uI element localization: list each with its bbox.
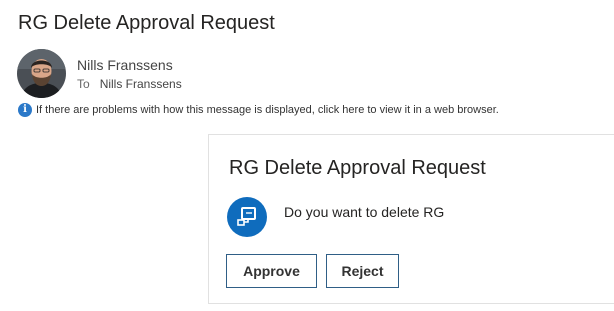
recipient-name[interactable]: Nills Franssens: [100, 77, 182, 91]
reject-button[interactable]: Reject: [326, 254, 399, 288]
approval-question: Do you want to delete RG: [284, 204, 445, 220]
recipient-line: To Nills Franssens: [77, 76, 182, 92]
view-in-browser-infobar[interactable]: i If there are problems with how this me…: [18, 102, 499, 117]
email-reading-pane: RG Delete Approval Request Nills Fransse…: [0, 0, 614, 311]
to-label: To: [77, 77, 90, 91]
info-icon: i: [18, 102, 32, 117]
avatar[interactable]: [17, 49, 66, 98]
approval-adaptive-card: RG Delete Approval Request Do you want t…: [208, 134, 614, 304]
email-subject: RG Delete Approval Request: [18, 12, 275, 34]
card-title: RG Delete Approval Request: [229, 157, 486, 179]
power-automate-flow-icon: [227, 197, 267, 237]
approve-button[interactable]: Approve: [226, 254, 317, 288]
infobar-text: If there are problems with how this mess…: [36, 103, 499, 116]
sender-name[interactable]: Nills Franssens: [77, 56, 173, 74]
